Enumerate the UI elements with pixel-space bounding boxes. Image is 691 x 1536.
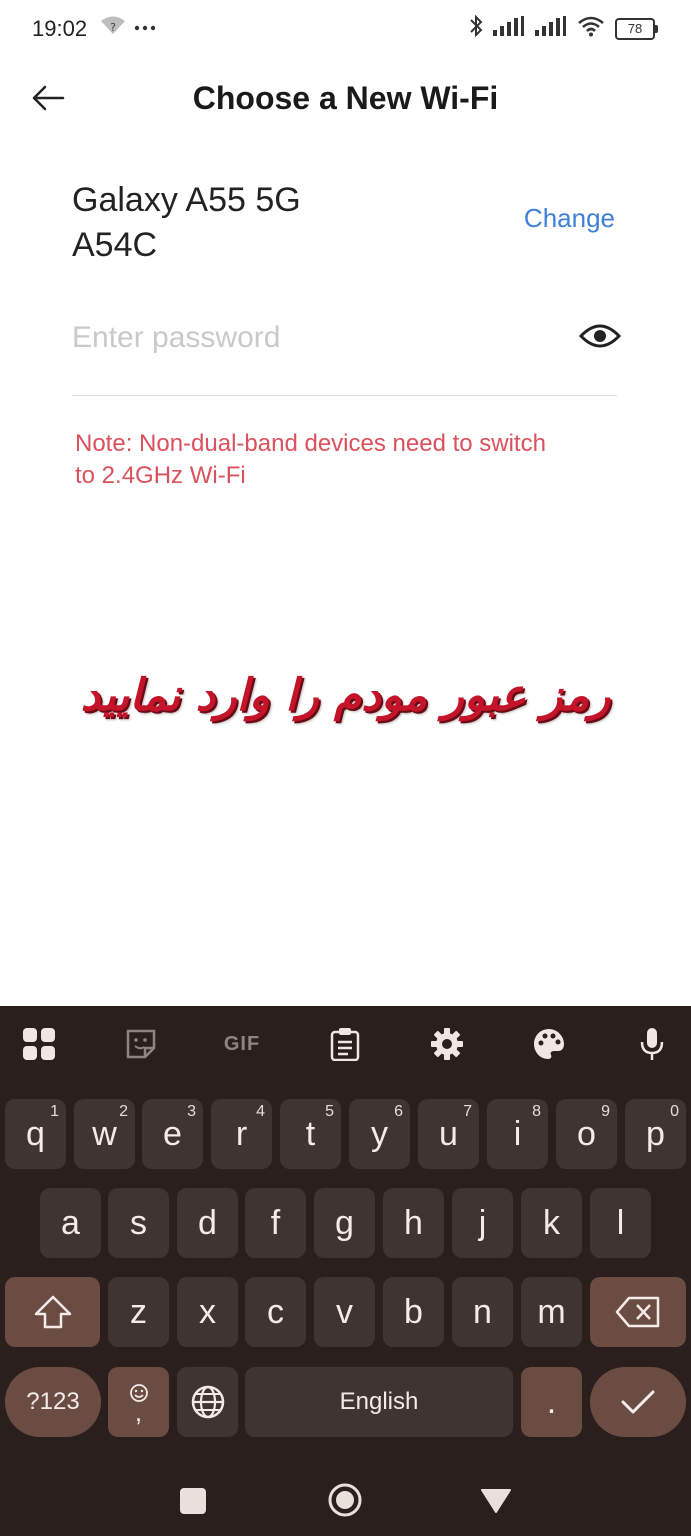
- band-note-line1: Note: Non-dual-band devices need to swit…: [75, 430, 546, 457]
- page-title: Choose a New Wi-Fi: [192, 80, 499, 116]
- bluetooth-icon: [469, 14, 483, 43]
- key-j[interactable]: j: [452, 1188, 513, 1258]
- key-e[interactable]: e3: [142, 1099, 203, 1169]
- space-key[interactable]: English: [245, 1367, 513, 1437]
- apps-grid-icon[interactable]: [17, 1022, 61, 1066]
- home-circle-icon: [328, 1483, 362, 1517]
- key-z[interactable]: z: [108, 1277, 169, 1347]
- key-h[interactable]: h: [383, 1188, 444, 1258]
- overlay-caption: رمز عبور مودم را وارد نمایید: [80, 670, 611, 721]
- key-x[interactable]: x: [177, 1277, 238, 1347]
- band-note-line2: to 2.4GHz Wi-Fi: [75, 462, 246, 489]
- key-v[interactable]: v: [314, 1277, 375, 1347]
- gear-icon[interactable]: [425, 1022, 469, 1066]
- key-c[interactable]: c: [245, 1277, 306, 1347]
- network-name-line1: Galaxy A55 5G: [72, 181, 301, 219]
- more-icon: [134, 19, 156, 37]
- comma-label: ,: [134, 1397, 143, 1427]
- key-d[interactable]: d: [177, 1188, 238, 1258]
- recent-apps-button[interactable]: [180, 1488, 206, 1514]
- key-s[interactable]: s: [108, 1188, 169, 1258]
- microphone-icon[interactable]: [630, 1022, 674, 1066]
- password-input[interactable]: [72, 316, 562, 360]
- change-network-button[interactable]: Change: [524, 203, 615, 234]
- show-password-toggle[interactable]: [574, 312, 626, 360]
- key-p[interactable]: p0: [625, 1099, 686, 1169]
- status-bar: 19:02 ? 78: [0, 0, 691, 58]
- enter-key[interactable]: [590, 1367, 686, 1437]
- svg-text:?: ?: [110, 21, 116, 34]
- password-divider: [72, 395, 617, 396]
- battery-icon: 78: [615, 17, 658, 40]
- network-name-line2: A54C: [72, 226, 158, 264]
- key-y[interactable]: y6: [349, 1099, 410, 1169]
- key-g[interactable]: g: [314, 1188, 375, 1258]
- backspace-icon: [615, 1296, 660, 1328]
- key-t[interactable]: t5: [280, 1099, 341, 1169]
- status-right-icons: 78: [469, 14, 658, 43]
- eye-icon: [579, 324, 621, 348]
- key-b[interactable]: b: [383, 1277, 444, 1347]
- wifi-icon: [577, 15, 605, 42]
- keyboard: [0, 1006, 691, 1536]
- gif-icon[interactable]: GIF: [220, 1022, 264, 1066]
- palette-icon[interactable]: [527, 1022, 571, 1066]
- status-time: 19:02: [32, 16, 88, 41]
- symbols-key[interactable]: ?123: [5, 1367, 101, 1437]
- home-button[interactable]: [327, 1482, 363, 1523]
- key-a[interactable]: a: [40, 1188, 101, 1258]
- clipboard-icon[interactable]: [323, 1022, 367, 1066]
- key-k[interactable]: k: [521, 1188, 582, 1258]
- key-l[interactable]: l: [590, 1188, 651, 1258]
- wifi-unknown-icon: ?: [100, 15, 126, 40]
- sticker-icon[interactable]: [119, 1022, 163, 1066]
- emoji-comma-key[interactable]: ,: [108, 1367, 169, 1437]
- period-key[interactable]: .: [521, 1367, 582, 1437]
- key-f[interactable]: f: [245, 1188, 306, 1258]
- key-w[interactable]: w2: [74, 1099, 135, 1169]
- key-i[interactable]: i8: [487, 1099, 548, 1169]
- status-left-icons: ?: [100, 15, 156, 40]
- back-nav-button[interactable]: [480, 1488, 512, 1519]
- navigation-bar: [0, 1460, 691, 1536]
- key-u[interactable]: u7: [418, 1099, 479, 1169]
- network-name: Galaxy A55 5G A54C: [72, 178, 301, 268]
- language-key[interactable]: [177, 1367, 238, 1437]
- key-r[interactable]: r4: [211, 1099, 272, 1169]
- checkmark-icon: [621, 1390, 655, 1414]
- shift-icon: [34, 1295, 71, 1329]
- signal-strength-icon: [535, 16, 567, 41]
- triangle-back-icon: [481, 1489, 511, 1513]
- globe-icon: [191, 1385, 224, 1419]
- signal-strength-icon: [493, 16, 525, 41]
- key-n[interactable]: n: [452, 1277, 513, 1347]
- key-q[interactable]: q1: [5, 1099, 66, 1169]
- backspace-key[interactable]: [590, 1277, 686, 1347]
- key-m[interactable]: m: [521, 1277, 582, 1347]
- key-o[interactable]: o9: [556, 1099, 617, 1169]
- band-note: Note: Non-dual-band devices need to swit…: [75, 428, 620, 492]
- shift-key[interactable]: [5, 1277, 100, 1347]
